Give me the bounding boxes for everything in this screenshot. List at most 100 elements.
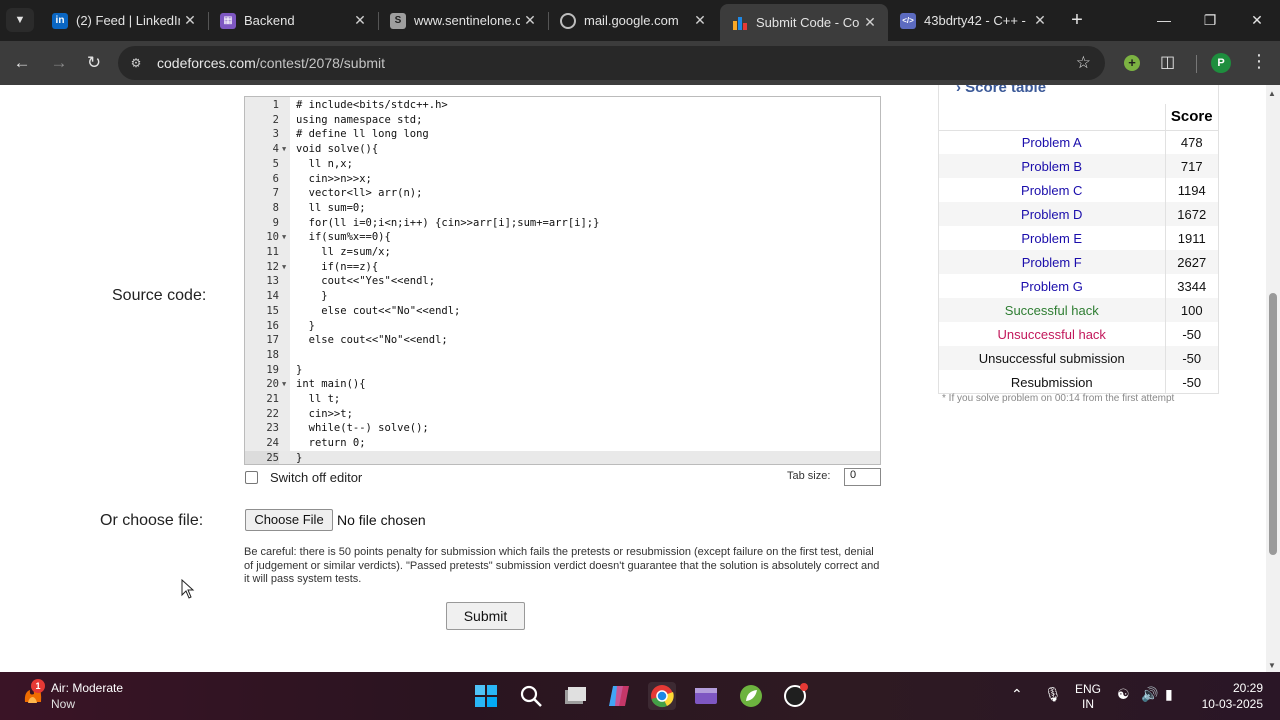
- vertical-scrollbar[interactable]: ▲ ▼: [1266, 85, 1280, 672]
- code-line[interactable]: 20 ▼ int main(){: [245, 377, 880, 392]
- restore-button[interactable]: ❐: [1187, 8, 1233, 32]
- clock-date[interactable]: 10-03-2025: [1195, 697, 1263, 711]
- url-text[interactable]: codeforces.com/contest/2078/submit: [157, 55, 385, 71]
- scroll-up-icon[interactable]: ▲: [1268, 89, 1276, 98]
- code-line[interactable]: 11 ll z=sum/x;: [245, 245, 880, 260]
- close-icon[interactable]: ✕: [180, 12, 200, 29]
- microphone-icon[interactable]: 🎙: [1044, 686, 1062, 703]
- code-line[interactable]: 21 ll t;: [245, 392, 880, 407]
- tab-linkedin[interactable]: in (2) Feed | LinkedIn ✕: [40, 4, 208, 37]
- penalty-warning: Be careful: there is 50 points penalty f…: [244, 546, 880, 585]
- fold-arrow-icon[interactable]: ▼: [282, 230, 286, 245]
- close-icon[interactable]: ✕: [690, 12, 710, 29]
- code-line[interactable]: 19}: [245, 363, 880, 378]
- language-code[interactable]: ENG: [1073, 682, 1103, 696]
- spring-leaf-icon[interactable]: [737, 682, 765, 710]
- code-line[interactable]: 16 }: [245, 319, 880, 334]
- tab-size-input[interactable]: 0: [844, 468, 881, 486]
- code-line[interactable]: 4 ▼ void solve(){: [245, 142, 880, 157]
- code-line[interactable]: 9 for(ll i=0;i<n;i++) {cin>>arr[i];sum+=…: [245, 216, 880, 231]
- problem-link[interactable]: Problem E: [939, 226, 1165, 250]
- new-tab-button[interactable]: +: [1066, 9, 1088, 31]
- code-editor[interactable]: 1 # include<bits/stdc++.h> 2 using namespac…: [244, 96, 881, 465]
- tab-backend[interactable]: ▦ Backend ✕: [208, 4, 378, 37]
- code-line[interactable]: 22 cin>>t;: [245, 407, 880, 422]
- tab-sentinelone[interactable]: S www.sentinelone.c ✕: [378, 4, 548, 37]
- code-line[interactable]: 1 # include<bits/stdc++.h>: [245, 98, 880, 113]
- code-line[interactable]: 12 ▼ if(n==z){: [245, 260, 880, 275]
- windows-start-icon[interactable]: [472, 682, 500, 710]
- weather-title[interactable]: Air: Moderate: [51, 681, 123, 695]
- code-line[interactable]: 15 else cout<<"No"<<endl;: [245, 304, 880, 319]
- extensions-puzzle-icon[interactable]: ◫: [1160, 52, 1175, 72]
- clock-time[interactable]: 20:29: [1199, 681, 1263, 695]
- code-line[interactable]: 7 vector<ll> arr(n);: [245, 186, 880, 201]
- problem-link[interactable]: Problem A: [939, 130, 1165, 154]
- scroll-down-icon[interactable]: ▼: [1268, 661, 1276, 670]
- switch-off-editor-checkbox[interactable]: [245, 470, 258, 484]
- code-line[interactable]: 17 else cout<<"No"<<endl;: [245, 333, 880, 348]
- volume-icon[interactable]: 🔊: [1141, 686, 1158, 703]
- line-number: 4: [272, 143, 279, 156]
- language-region[interactable]: IN: [1073, 697, 1103, 711]
- chevron-up-icon[interactable]: ⌃: [1011, 686, 1023, 703]
- line-number: 10: [266, 231, 279, 244]
- code-line[interactable]: 13 cout<<"Yes"<<endl;: [245, 274, 880, 289]
- close-icon[interactable]: ✕: [350, 12, 370, 29]
- code-text: else cout<<"No"<<endl;: [296, 334, 448, 347]
- menu-kebab-icon[interactable]: ⋮: [1250, 51, 1268, 72]
- copilot-icon[interactable]: [605, 682, 633, 710]
- problem-link[interactable]: Problem D: [939, 202, 1165, 226]
- problem-link[interactable]: Problem C: [939, 178, 1165, 202]
- wifi-icon[interactable]: ☯: [1117, 686, 1130, 703]
- fold-arrow-icon[interactable]: ▼: [282, 260, 286, 275]
- task-view-icon[interactable]: [561, 682, 589, 710]
- scrollbar-thumb[interactable]: [1269, 293, 1277, 555]
- submit-button[interactable]: Submit: [446, 602, 525, 630]
- fold-arrow-icon[interactable]: ▼: [282, 142, 286, 157]
- code-line[interactable]: 2 using namespace std;: [245, 113, 880, 128]
- score-table-row: Problem B 717: [939, 154, 1218, 178]
- battery-icon[interactable]: ▮: [1165, 686, 1173, 703]
- problem-link[interactable]: Problem F: [939, 250, 1165, 274]
- line-number: 1: [272, 99, 279, 111]
- extension-icon[interactable]: +: [1124, 55, 1140, 71]
- tab-search-button[interactable]: ▼: [6, 8, 34, 32]
- forward-button[interactable]: →: [47, 51, 71, 75]
- code-line[interactable]: 3 # define ll long long: [245, 127, 880, 142]
- code-line[interactable]: 6 cin>>n>>x;: [245, 172, 880, 187]
- back-button[interactable]: ←: [10, 51, 34, 75]
- code-text: }: [296, 290, 328, 303]
- close-window-button[interactable]: ✕: [1234, 8, 1280, 32]
- score-table-title: › Score table: [956, 85, 1046, 96]
- code-line[interactable]: 10 ▼ if(sum%x==0){: [245, 230, 880, 245]
- chrome-icon[interactable]: [648, 682, 676, 710]
- switch-off-editor-row[interactable]: Switch off editor: [244, 468, 362, 486]
- fold-arrow-icon[interactable]: ▼: [282, 377, 286, 392]
- code-line[interactable]: 5 ll n,x;: [245, 157, 880, 172]
- bookmark-star-icon[interactable]: ☆: [1076, 53, 1091, 73]
- close-icon[interactable]: ✕: [520, 12, 540, 29]
- problem-link[interactable]: Problem B: [939, 154, 1165, 178]
- profile-avatar[interactable]: P: [1211, 53, 1231, 73]
- choose-file-button[interactable]: Choose File: [245, 509, 333, 531]
- site-info-icon[interactable]: ⚙: [128, 55, 144, 71]
- media-player-icon[interactable]: [692, 682, 720, 710]
- minimize-button[interactable]: —: [1141, 8, 1187, 32]
- code-line[interactable]: 8 ll sum=0;: [245, 201, 880, 216]
- problem-link[interactable]: Problem G: [939, 274, 1165, 298]
- github-desktop-icon[interactable]: [781, 682, 809, 710]
- tab-cpp-code[interactable]: </> 43bdrty42 - C++ - ✕: [888, 4, 1058, 37]
- code-line[interactable]: 24 return 0;: [245, 436, 880, 451]
- code-line[interactable]: 25}: [245, 450, 880, 464]
- address-bar[interactable]: ⚙ codeforces.com/contest/2078/submit ☆: [118, 46, 1105, 80]
- close-icon[interactable]: ✕: [860, 14, 880, 31]
- tab-submit-code[interactable]: Submit Code - Co ✕: [720, 4, 888, 41]
- code-line[interactable]: 23 while(t--) solve();: [245, 421, 880, 436]
- code-line[interactable]: 18: [245, 348, 880, 363]
- reload-button[interactable]: ↻: [82, 51, 106, 75]
- tab-gmail[interactable]: mail.google.com ✕: [548, 4, 718, 37]
- close-icon[interactable]: ✕: [1030, 12, 1050, 29]
- search-icon[interactable]: [517, 682, 545, 710]
- code-line[interactable]: 14 }: [245, 289, 880, 304]
